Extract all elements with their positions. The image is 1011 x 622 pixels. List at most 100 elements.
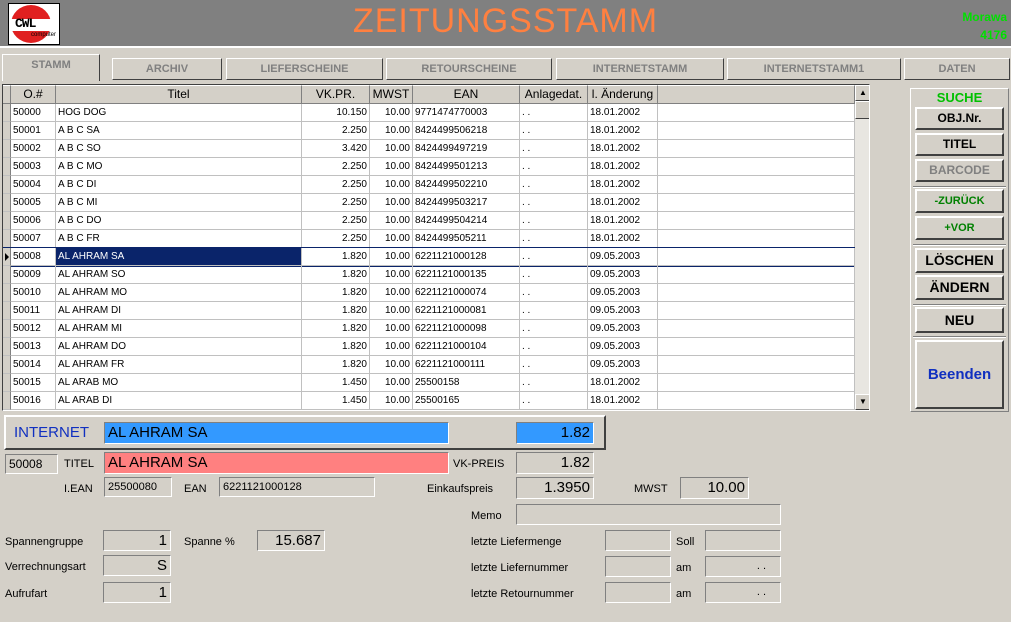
cell-ean[interactable]: 8424499506218 — [413, 122, 520, 140]
cell-anlagedat[interactable]: . . — [520, 356, 588, 374]
liefermenge-field[interactable] — [605, 530, 671, 551]
tab-stamm[interactable]: STAMM — [2, 54, 100, 81]
row-indicator[interactable] — [3, 176, 11, 194]
tab-internetstamm[interactable]: INTERNETSTAMM — [556, 58, 724, 80]
cell-ean[interactable]: 8424499501213 — [413, 158, 520, 176]
scroll-down-icon[interactable]: ▼ — [855, 394, 869, 410]
cell-titel[interactable]: AL ARAB MO — [56, 374, 302, 392]
cell-mwst[interactable]: 10.00 — [370, 176, 413, 194]
cell-ean[interactable]: 6221121000104 — [413, 338, 520, 356]
cell-filler[interactable] — [658, 266, 855, 284]
cell-titel[interactable]: AL AHRAM SO — [56, 266, 302, 284]
cell-anlagedat[interactable]: . . — [520, 104, 588, 122]
cell-mwst[interactable]: 10.00 — [370, 392, 413, 410]
aufrufart-field[interactable]: 1 — [103, 582, 171, 603]
column-header-objnr[interactable]: O.# — [11, 85, 56, 104]
cell-vkpr[interactable]: 1.820 — [302, 320, 370, 338]
cell-objnr[interactable]: 50009 — [11, 266, 56, 284]
search-barcode-button[interactable]: BARCODE — [915, 159, 1004, 182]
cell-aenderung[interactable]: 18.01.2002 — [588, 122, 658, 140]
row-indicator[interactable] — [3, 212, 11, 230]
cell-aenderung[interactable]: 09.05.2003 — [588, 302, 658, 320]
new-button[interactable]: NEU — [915, 307, 1004, 333]
scroll-up-icon[interactable]: ▲ — [855, 85, 869, 101]
cell-objnr[interactable]: 50013 — [11, 338, 56, 356]
cell-vkpr[interactable]: 2.250 — [302, 212, 370, 230]
cell-aenderung[interactable]: 18.01.2002 — [588, 230, 658, 248]
cell-anlagedat[interactable]: . . — [520, 212, 588, 230]
column-header-vkpr[interactable]: VK.PR. — [302, 85, 370, 104]
cell-ean[interactable]: 8424499503217 — [413, 194, 520, 212]
row-indicator[interactable] — [3, 284, 11, 302]
cell-objnr[interactable]: 50010 — [11, 284, 56, 302]
row-indicator[interactable] — [3, 320, 11, 338]
tab-lieferscheine[interactable]: LIEFERSCHEINE — [226, 58, 383, 80]
cell-mwst[interactable]: 10.00 — [370, 338, 413, 356]
cell-mwst[interactable]: 10.00 — [370, 374, 413, 392]
cell-titel[interactable]: A B C DO — [56, 212, 302, 230]
soll-field[interactable] — [705, 530, 781, 551]
row-indicator[interactable] — [3, 356, 11, 374]
cell-vkpr[interactable]: 1.820 — [302, 338, 370, 356]
cell-aenderung[interactable]: 09.05.2003 — [588, 338, 658, 356]
cell-aenderung[interactable]: 09.05.2003 — [588, 284, 658, 302]
retour-am-field[interactable]: . . — [705, 582, 781, 603]
cell-objnr[interactable]: 50001 — [11, 122, 56, 140]
cell-vkpr[interactable]: 2.250 — [302, 122, 370, 140]
cell-vkpr[interactable]: 2.250 — [302, 230, 370, 248]
cell-anlagedat[interactable]: . . — [520, 338, 588, 356]
objnr-field[interactable]: 50008 — [5, 454, 58, 474]
column-header-ean[interactable]: EAN — [413, 85, 520, 104]
liefer-am-field[interactable]: . . — [705, 556, 781, 577]
cell-mwst[interactable]: 10.00 — [370, 284, 413, 302]
mwst-field[interactable]: 10.00 — [680, 477, 749, 499]
row-indicator[interactable] — [3, 230, 11, 248]
memo-field[interactable] — [516, 504, 781, 525]
cell-objnr[interactable]: 50006 — [11, 212, 56, 230]
titel-field[interactable]: AL AHRAM SA — [104, 452, 449, 474]
internet-title-field[interactable]: AL AHRAM SA — [104, 422, 449, 444]
cell-vkpr[interactable]: 2.250 — [302, 158, 370, 176]
cell-ean[interactable]: 6221121000128 — [413, 248, 520, 266]
cell-mwst[interactable]: 10.00 — [370, 356, 413, 374]
cell-ean[interactable]: 9771474770003 — [413, 104, 520, 122]
spannengruppe-field[interactable]: 1 — [103, 530, 171, 551]
search-objnr-button[interactable]: OBJ.Nr. — [915, 107, 1004, 130]
cell-vkpr[interactable]: 3.420 — [302, 140, 370, 158]
cell-objnr[interactable]: 50016 — [11, 392, 56, 410]
search-titel-button[interactable]: TITEL — [915, 133, 1004, 156]
cell-ean[interactable]: 6221121000135 — [413, 266, 520, 284]
cell-mwst[interactable]: 10.00 — [370, 320, 413, 338]
cell-objnr[interactable]: 50007 — [11, 230, 56, 248]
row-indicator[interactable] — [3, 122, 11, 140]
cell-anlagedat[interactable]: . . — [520, 194, 588, 212]
row-indicator[interactable] — [3, 392, 11, 410]
table-row[interactable]: 50006 A B C DO 2.250 10.00 8424499504214. .1… — [3, 212, 855, 230]
cell-aenderung[interactable]: 18.01.2002 — [588, 140, 658, 158]
cell-vkpr[interactable]: 1.820 — [302, 266, 370, 284]
internet-price-field[interactable]: 1.82 — [516, 422, 594, 444]
cell-ean[interactable]: 8424499502210 — [413, 176, 520, 194]
cell-titel[interactable]: AL AHRAM DO — [56, 338, 302, 356]
table-row[interactable]: 50016 AL ARAB DI 1.450 10.00 25500165. . 18.0… — [3, 392, 855, 410]
cell-filler[interactable] — [658, 392, 855, 410]
column-header-anlagedat[interactable]: Anlagedat. — [520, 85, 588, 104]
cell-titel[interactable]: AL AHRAM SA — [56, 248, 302, 266]
row-indicator[interactable] — [3, 374, 11, 392]
liefernummer-field[interactable] — [605, 556, 671, 577]
tab-internetstamm1[interactable]: INTERNETSTAMM1 — [727, 58, 901, 80]
cell-objnr[interactable]: 50004 — [11, 176, 56, 194]
cell-ean[interactable]: 25500165 — [413, 392, 520, 410]
cell-filler[interactable] — [658, 338, 855, 356]
scroll-thumb[interactable] — [855, 101, 869, 119]
retournummer-field[interactable] — [605, 582, 671, 603]
cell-anlagedat[interactable]: . . — [520, 158, 588, 176]
ean-field[interactable]: 6221121000128 — [219, 477, 375, 497]
cell-filler[interactable] — [658, 230, 855, 248]
table-row[interactable]: 50014 AL AHRAM FR 1.820 10.00 6221121000111.… — [3, 356, 855, 374]
vkpreis-field[interactable]: 1.82 — [516, 452, 594, 474]
column-header-mwst[interactable]: MWST — [370, 85, 413, 104]
row-indicator[interactable] — [3, 302, 11, 320]
cell-mwst[interactable]: 10.00 — [370, 230, 413, 248]
cell-aenderung[interactable]: 18.01.2002 — [588, 374, 658, 392]
